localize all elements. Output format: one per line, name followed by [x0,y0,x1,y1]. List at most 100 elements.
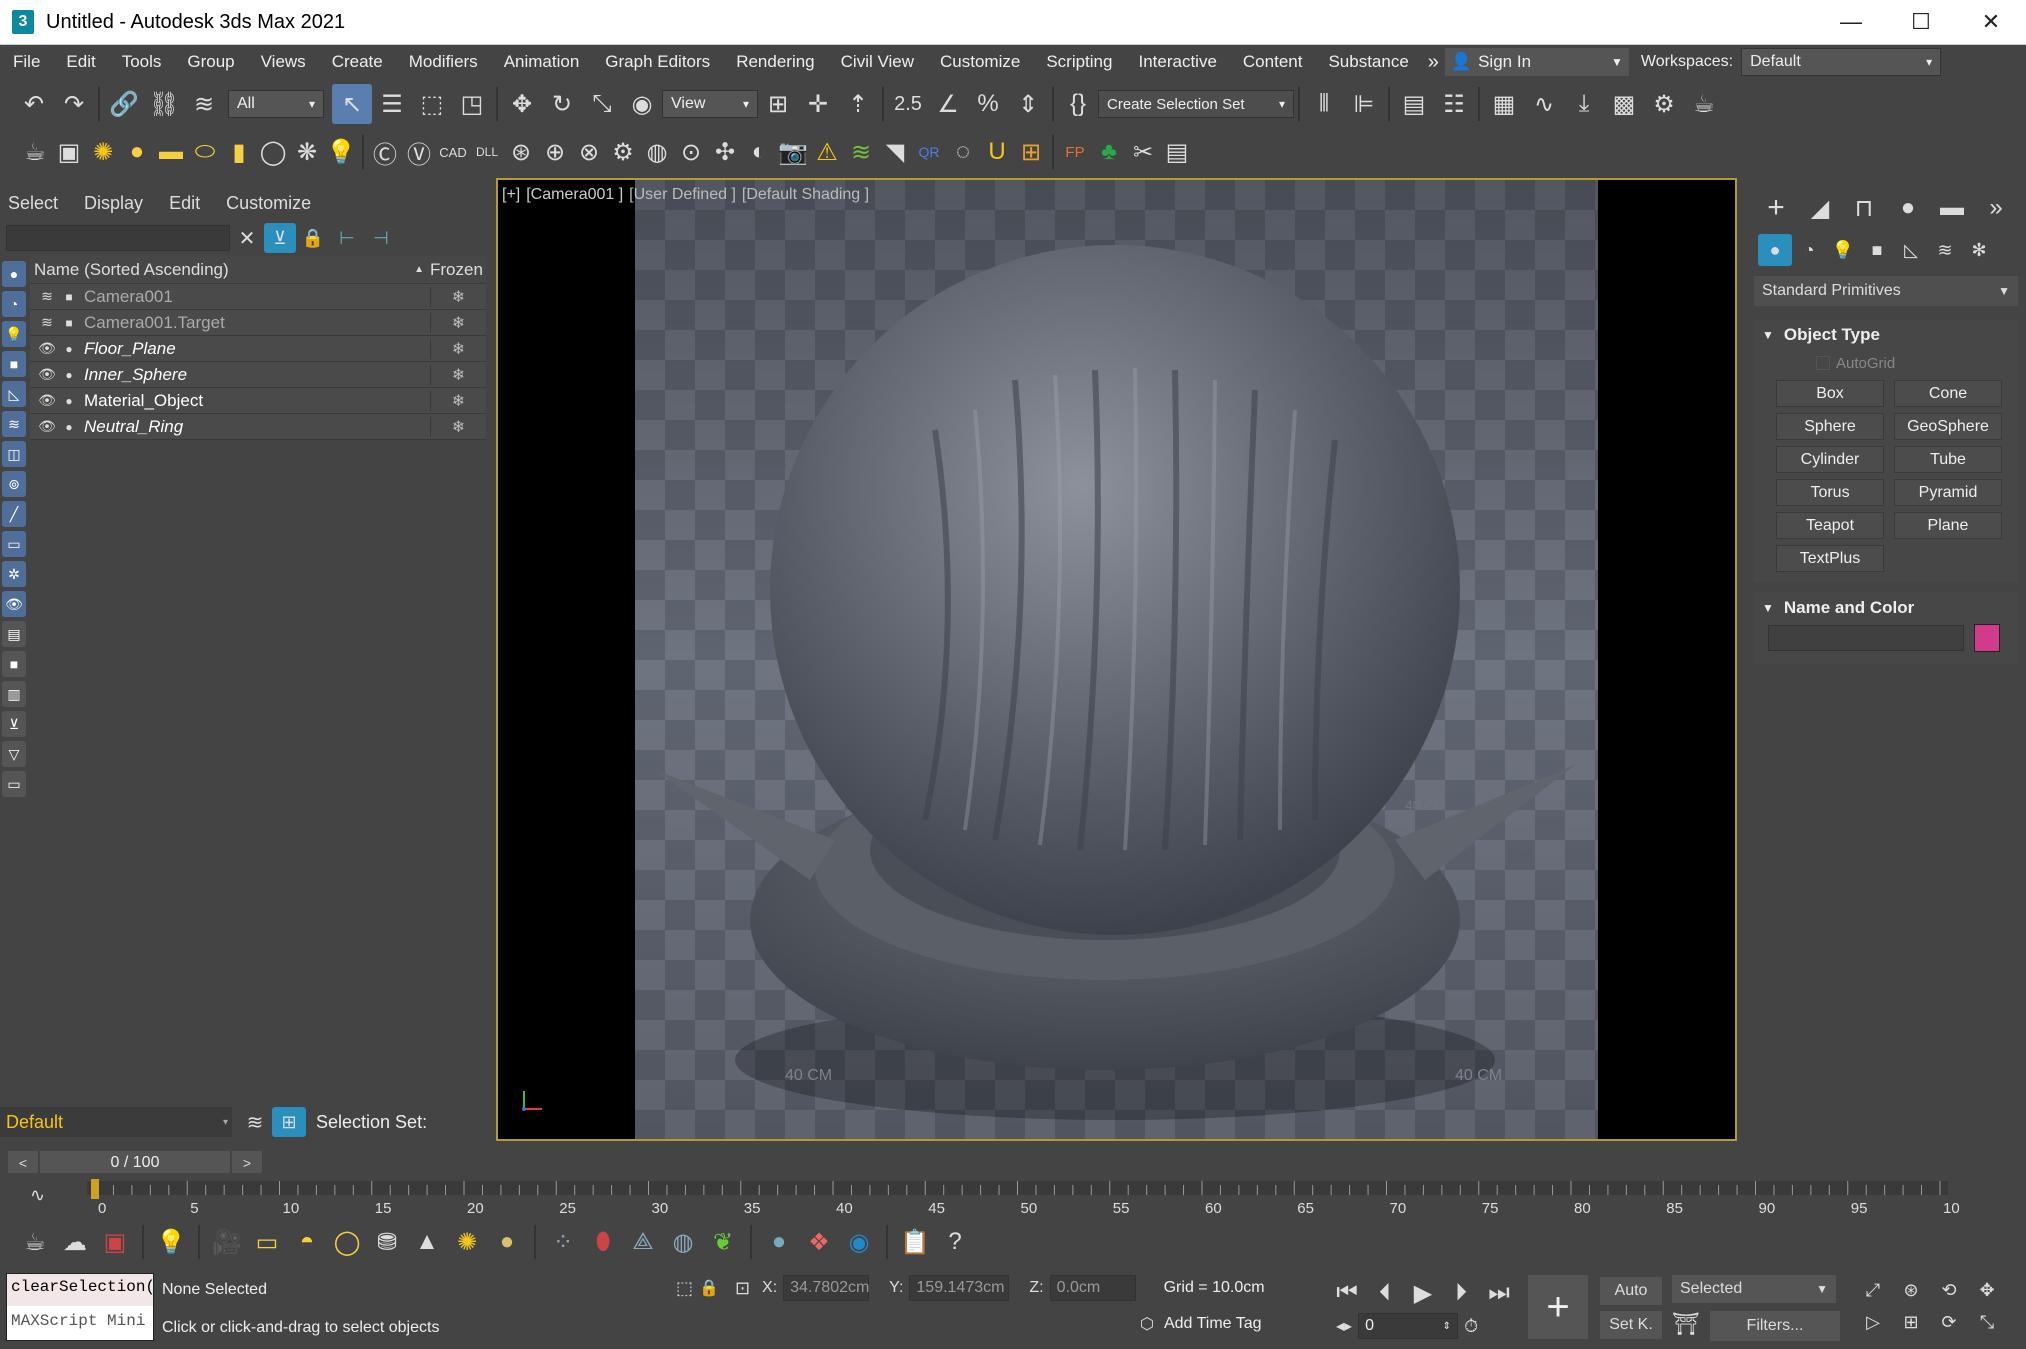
qr-icon[interactable]: QR [912,132,946,172]
blue-sphere-icon[interactable]: ● [762,1222,796,1262]
freeze-snowflake-icon[interactable]: ❄ [430,338,486,359]
walk-through-icon[interactable]: ⟳ [1932,1307,1966,1337]
time-prev-button[interactable]: < [8,1151,38,1175]
toggle-scene-explorer-icon[interactable]: ▤ [1394,84,1434,124]
basket-icon[interactable]: ⛃ [370,1222,404,1262]
hierarchy-expand-icon[interactable]: ⊣ [364,218,398,258]
column-frozen-header[interactable]: Frozen [430,260,486,280]
forest-icon[interactable]: ♣ [1092,132,1126,172]
viewport-plus-menu[interactable]: [+] [502,186,520,204]
spacewarps-category-icon[interactable]: ≋ [1928,230,1962,270]
filter-toggle-icon[interactable]: ⊻ [264,223,296,253]
visibility-eye-icon[interactable]: 👁 [36,418,58,435]
vray-render-icon[interactable]: ☕ [18,132,52,172]
display-shapes-icon[interactable]: ◔ [2,291,26,317]
plane-light-icon[interactable]: ▬ [154,132,188,172]
primitive-teapot-button[interactable]: Teapot [1776,512,1884,539]
spinner-icon[interactable]: ⇕ [1443,1321,1451,1332]
display-none-icon[interactable]: ▥ [2,681,26,707]
display-all-icon[interactable]: ■ [2,651,26,677]
sphere-light-icon[interactable]: ● [120,132,154,172]
toggle-ribbon-icon[interactable]: ▦ [1484,84,1524,124]
gear-outline-icon[interactable]: ⚙ [606,132,640,172]
ies-light-icon[interactable]: ❋ [290,132,324,172]
primitive-textplus-button[interactable]: TextPlus [1776,545,1884,572]
explorer-row[interactable]: 👁 ● Inner_Sphere ❄ [30,362,486,388]
visibility-eye-icon[interactable]: 👁 [36,340,58,357]
pan-icon[interactable]: ✥ [1970,1275,2004,1305]
helpers-category-icon[interactable]: ◺ [1894,230,1928,270]
sun-light-icon[interactable]: ✺ [86,132,120,172]
dome-half-icon[interactable]: ◓ [290,1222,324,1262]
aperture-icon[interactable]: ⊗ [572,132,606,172]
link-icon[interactable]: 🔗 [104,84,144,124]
layers-green-icon[interactable]: ≋ [844,132,878,172]
sign-in-dropdown[interactable]: 👤 Sign In ▼ [1444,48,1629,76]
molecule-icon[interactable]: ✣ [708,132,742,172]
minimize-button[interactable]: — [1816,0,1886,45]
vray-frame-buffer-icon[interactable]: ▣ [52,132,86,172]
x-coordinate-field[interactable]: 34.7802cm [783,1275,869,1301]
menu-create[interactable]: Create [319,52,396,72]
display-spacewarps-icon[interactable]: ≋ [2,411,26,437]
absolute-mode-icon[interactable]: ⊡ [735,1278,750,1299]
explorer-menu-edit[interactable]: Edit [169,193,200,214]
zoom-icon[interactable]: ⤢ [1856,1275,1890,1305]
cloud-icon[interactable]: ☁ [58,1222,92,1262]
explorer-search-input[interactable] [6,225,230,251]
current-time-marker[interactable] [91,1179,99,1199]
layers-icon[interactable]: ≋ [238,1102,272,1142]
select-manipulate-icon[interactable]: ✛ [798,84,838,124]
maxscript-listener[interactable]: clearSelection( MAXScript Mini [6,1273,155,1341]
window-crossing-icon[interactable]: ◳ [452,84,492,124]
primitive-torus-button[interactable]: Torus [1776,479,1884,506]
explorer-row[interactable]: 👁 ● Floor_Plane ❄ [30,336,486,362]
key-tangent-icon[interactable]: ⛩ [1672,1311,1700,1337]
menu-civil-view[interactable]: Civil View [828,52,927,72]
workspace-dropdown[interactable]: Default [1741,48,1942,76]
go-to-start-icon[interactable]: ⏮ [1330,1273,1364,1313]
menu-graph-editors[interactable]: Graph Editors [592,52,723,72]
primitive-sphere-button[interactable]: Sphere [1776,413,1884,440]
chrome-ball-icon[interactable]: ◐ [742,132,776,172]
freeze-snowflake-icon[interactable]: ❄ [430,416,486,437]
visibility-eye-icon[interactable]: 👁 [36,366,58,383]
name-color-title[interactable]: Name and Color [1784,598,1914,618]
maxscript-output[interactable]: clearSelection( [7,1274,155,1306]
geometry-category-icon[interactable]: ● [1758,234,1792,266]
primitive-pyramid-button[interactable]: Pyramid [1894,479,2002,506]
help-icon[interactable]: ? [938,1222,972,1262]
camera-color-icon[interactable]: 📷 [776,132,810,172]
layer-dropdown[interactable]: Default ▾ [0,1107,232,1137]
plane-light-icon[interactable]: ▭ [250,1222,284,1262]
set-key-big-button[interactable]: + [1528,1275,1588,1339]
folder-icon[interactable]: ▭ [2,771,26,797]
corona-icon[interactable]: Ⓒ [368,132,402,172]
color-balls-icon[interactable]: ❖ [802,1222,836,1262]
sphere-net-icon[interactable]: ◍ [666,1222,700,1262]
undo-icon[interactable]: ↶ [14,84,54,124]
viewport-camera001[interactable]: 40 CM 40 CM 40 CM [+] [Camera001 ] [User… [496,178,1737,1141]
explorer-row[interactable]: 👁 ● Neutral_Ring ❄ [30,414,486,440]
toggle-layer-explorer-icon[interactable]: ☷ [1434,84,1474,124]
previous-frame-icon[interactable]: ⏴ [1368,1273,1402,1313]
add-time-tag-button[interactable]: Add Time Tag [1164,1315,1262,1333]
display-lights-icon[interactable]: 💡 [2,321,26,347]
track-bar[interactable]: ∿ 0 5 10 15 20 25 30 35 40 45 50 55 60 65 70 75 80 85 90 95… [0,1173,2026,1219]
menu-customize[interactable]: Customize [927,52,1033,72]
menu-rendering[interactable]: Rendering [723,52,827,72]
time-config-icon[interactable]: ⏱ [1464,1316,1478,1337]
explorer-row[interactable]: ≋ ■ Camera001 ❄ [30,284,486,310]
capsule-icon[interactable]: ⬮ [586,1222,620,1262]
material-editor-icon[interactable]: ▩ [1604,84,1644,124]
fp-icon[interactable]: FP [1058,132,1092,172]
schematic-view-icon[interactable]: ⤓ [1564,84,1604,124]
pattern-icon[interactable]: ⊞ [1014,132,1048,172]
render-setup-icon[interactable]: ⚙ [1644,84,1684,124]
select-by-name-icon[interactable]: ☰ [372,84,412,124]
menu-overflow-icon[interactable]: » [1422,51,1445,74]
explorer-menu-display[interactable]: Display [84,193,143,214]
tools-icon[interactable]: ✂ [1126,132,1160,172]
display-cameras-icon[interactable]: ■ [2,351,26,377]
u-tool-icon[interactable]: U [980,132,1014,172]
